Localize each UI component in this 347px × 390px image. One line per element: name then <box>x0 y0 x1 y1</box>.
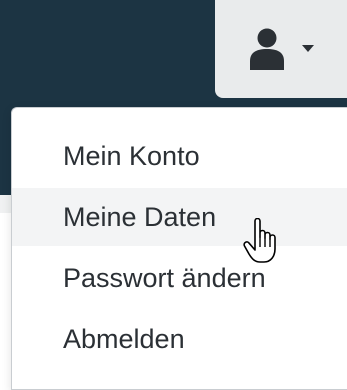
user-menu-toggle[interactable] <box>215 0 347 98</box>
user-dropdown-menu: Mein Konto Meine Daten Passwort ändern A… <box>11 107 347 390</box>
menu-item-passwort-aendern[interactable]: Passwort ändern <box>12 249 347 307</box>
user-icon <box>250 28 284 70</box>
menu-item-abmelden[interactable]: Abmelden <box>12 310 347 368</box>
caret-down-icon <box>302 45 314 52</box>
menu-item-mein-konto[interactable]: Mein Konto <box>12 127 347 185</box>
menu-item-meine-daten[interactable]: Meine Daten <box>12 188 347 246</box>
